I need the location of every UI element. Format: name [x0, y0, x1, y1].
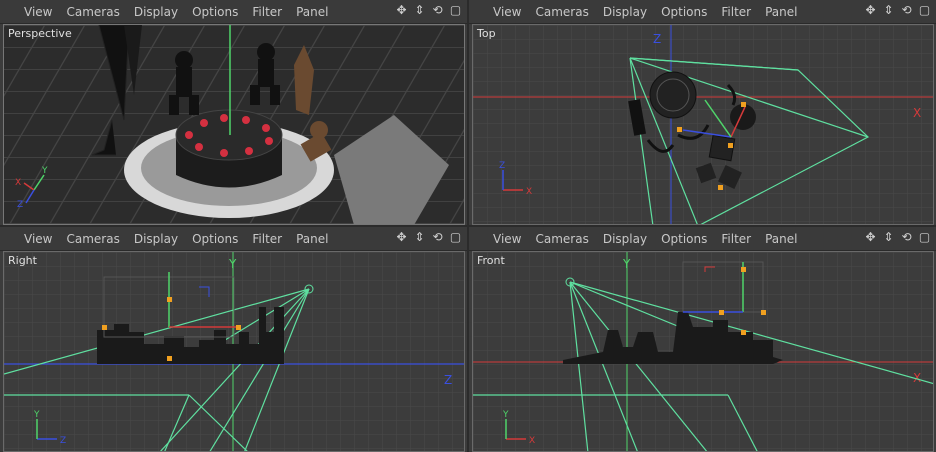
top-axis-x: X [913, 106, 921, 120]
move-icon[interactable]: ✥ [394, 3, 409, 18]
viewport-right[interactable]: Right Y Z Z Y [3, 251, 465, 452]
dolly-icon[interactable]: ⇕ [412, 230, 427, 245]
top-axis-z: Z [653, 32, 661, 46]
rotate-icon[interactable]: ⟲ [430, 3, 445, 18]
menu-filter[interactable]: Filter [721, 232, 751, 246]
viewport-perspective[interactable]: Perspective Y X Z [3, 24, 465, 225]
viewport-menubar: View Cameras Display Options Filter Pane… [0, 0, 467, 24]
menu-options[interactable]: Options [192, 232, 238, 246]
right-axis-y: Y [228, 257, 237, 271]
menu-cameras[interactable]: Cameras [66, 5, 119, 19]
menu-view[interactable]: View [493, 232, 521, 246]
rotate-icon[interactable]: ⟲ [899, 230, 914, 245]
maximize-icon[interactable]: ▢ [917, 3, 932, 18]
persp-axis-z: Z [17, 200, 23, 210]
viewport-menubar: View Cameras Display Options Filter Pane… [469, 227, 936, 251]
menu-options[interactable]: Options [661, 5, 707, 19]
viewport-front-pane: View Cameras Display Options Filter Pane… [469, 227, 936, 452]
menu-cameras[interactable]: Cameras [66, 232, 119, 246]
viewport-menubar: View Cameras Display Options Filter Pane… [0, 227, 467, 251]
menu-display[interactable]: Display [603, 232, 647, 246]
menu-display[interactable]: Display [134, 232, 178, 246]
menu-options[interactable]: Options [661, 232, 707, 246]
viewport-front[interactable]: Front Y X X Y [472, 251, 934, 452]
menu-display[interactable]: Display [134, 5, 178, 19]
front-gizmo-y: Y [502, 410, 509, 420]
persp-axis-y: Y [41, 166, 48, 176]
maximize-icon[interactable]: ▢ [448, 3, 463, 18]
viewport-grid: View Cameras Display Options Filter Pane… [0, 0, 936, 452]
menu-panel[interactable]: Panel [296, 232, 328, 246]
right-axis-z: Z [444, 373, 452, 387]
viewport-label: Right [8, 254, 37, 267]
viewport-dot-icon [10, 9, 16, 15]
right-gizmo-z: Z [60, 436, 66, 446]
viewport-label: Perspective [8, 27, 72, 40]
menu-options[interactable]: Options [192, 5, 238, 19]
top-gizmo-x: X [526, 187, 532, 197]
menu-panel[interactable]: Panel [296, 5, 328, 19]
menu-cameras[interactable]: Cameras [535, 232, 588, 246]
front-axis-y: Y [622, 257, 631, 271]
maximize-icon[interactable]: ▢ [917, 230, 932, 245]
top-scene: Z X X Z [473, 25, 933, 224]
menu-filter[interactable]: Filter [721, 5, 751, 19]
perspective-scene: Y X Z [4, 25, 464, 224]
dolly-icon[interactable]: ⇕ [412, 3, 427, 18]
menu-filter[interactable]: Filter [252, 5, 282, 19]
dolly-icon[interactable]: ⇕ [881, 3, 896, 18]
viewport-label: Front [477, 254, 505, 267]
menu-view[interactable]: View [24, 232, 52, 246]
menu-panel[interactable]: Panel [765, 5, 797, 19]
rotate-icon[interactable]: ⟲ [899, 3, 914, 18]
front-gizmo-x: X [529, 436, 535, 446]
viewport-label: Top [477, 27, 496, 40]
menu-panel[interactable]: Panel [765, 232, 797, 246]
viewport-top-pane: View Cameras Display Options Filter Pane… [469, 0, 936, 225]
front-scene: Y X X Y [473, 252, 933, 451]
menu-view[interactable]: View [24, 5, 52, 19]
menu-display[interactable]: Display [603, 5, 647, 19]
menu-filter[interactable]: Filter [252, 232, 282, 246]
viewport-dot-icon [479, 9, 485, 15]
move-icon[interactable]: ✥ [394, 230, 409, 245]
viewport-menubar: View Cameras Display Options Filter Pane… [469, 0, 936, 24]
viewport-dot-icon [479, 236, 485, 242]
menu-cameras[interactable]: Cameras [535, 5, 588, 19]
top-gizmo-z: Z [499, 161, 505, 171]
menu-view[interactable]: View [493, 5, 521, 19]
viewport-right-pane: View Cameras Display Options Filter Pane… [0, 227, 467, 452]
right-gizmo-y: Y [33, 410, 40, 420]
viewport-dot-icon [10, 236, 16, 242]
move-icon[interactable]: ✥ [863, 230, 878, 245]
right-scene: Y Z Z Y [4, 252, 464, 451]
viewport-top[interactable]: Top Z X X Z [472, 24, 934, 225]
viewport-perspective-pane: View Cameras Display Options Filter Pane… [0, 0, 467, 225]
move-icon[interactable]: ✥ [863, 3, 878, 18]
rotate-icon[interactable]: ⟲ [430, 230, 445, 245]
maximize-icon[interactable]: ▢ [448, 230, 463, 245]
persp-axis-x: X [15, 178, 21, 188]
dolly-icon[interactable]: ⇕ [881, 230, 896, 245]
